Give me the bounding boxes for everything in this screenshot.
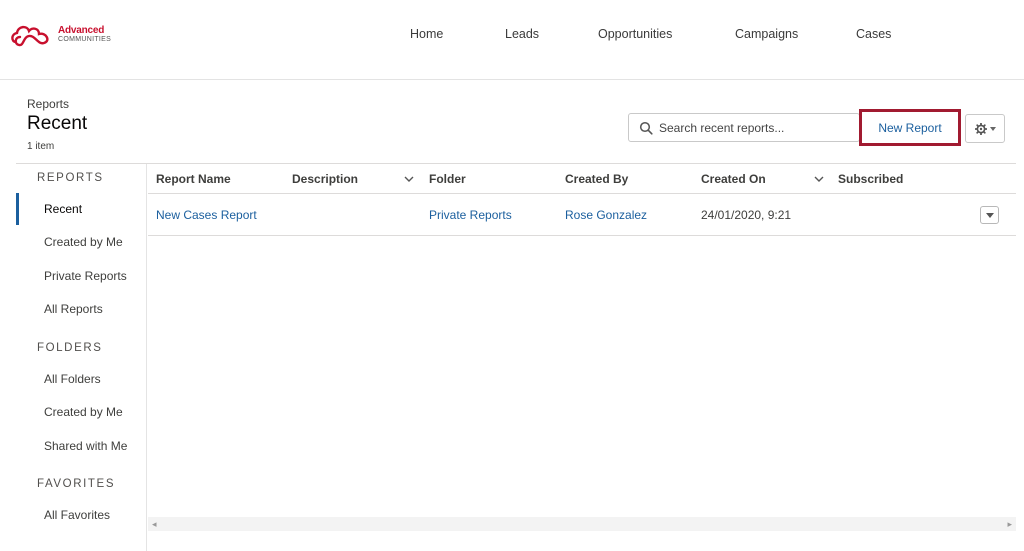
nav-opportunities[interactable]: Opportunities: [598, 27, 672, 41]
sidebar-item-shared-with-me[interactable]: Shared with Me: [44, 439, 127, 453]
nav-home[interactable]: Home: [410, 27, 443, 41]
table-header: Report Name Description Folder Created B…: [148, 164, 1016, 194]
column-description[interactable]: Description: [292, 172, 358, 186]
report-name-link[interactable]: New Cases Report: [156, 208, 257, 222]
report-sidebar: REPORTS Recent Created by Me Private Rep…: [16, 164, 147, 551]
search-icon: [639, 121, 653, 135]
breadcrumb[interactable]: Reports: [27, 97, 69, 111]
column-folder[interactable]: Folder: [429, 172, 466, 186]
sidebar-item-created-by-me[interactable]: Created by Me: [44, 235, 123, 249]
scroll-left-icon[interactable]: ◂: [152, 519, 157, 530]
chevron-down-icon[interactable]: [813, 173, 825, 185]
search-input[interactable]: [659, 120, 859, 135]
section-reports: REPORTS: [37, 172, 104, 184]
gear-icon: [974, 122, 987, 135]
sidebar-item-folders-created-by-me[interactable]: Created by Me: [44, 405, 123, 419]
scroll-right-icon[interactable]: ▸: [1007, 519, 1012, 530]
new-report-button[interactable]: New Report: [862, 112, 958, 143]
section-favorites: FAVORITES: [37, 478, 116, 490]
column-created-by[interactable]: Created By: [565, 172, 628, 186]
search-box[interactable]: [628, 113, 860, 142]
main-nav: Home Leads Opportunities Campaigns Cases: [0, 27, 1024, 47]
sidebar-item-all-reports[interactable]: All Reports: [44, 302, 103, 316]
sidebar-item-all-favorites[interactable]: All Favorites: [44, 508, 110, 522]
nav-leads[interactable]: Leads: [505, 27, 539, 41]
section-folders: FOLDERS: [37, 342, 103, 354]
caret-down-icon: [985, 212, 994, 218]
new-report-highlight: New Report: [859, 109, 961, 146]
nav-campaigns[interactable]: Campaigns: [735, 27, 798, 41]
settings-menu-button[interactable]: [965, 114, 1005, 143]
row-actions-button[interactable]: [980, 206, 999, 224]
sidebar-item-private-reports[interactable]: Private Reports: [44, 269, 127, 283]
chevron-down-icon[interactable]: [403, 173, 415, 185]
column-subscribed[interactable]: Subscribed: [838, 172, 903, 186]
page-title: Recent: [27, 113, 88, 134]
column-created-on[interactable]: Created On: [701, 172, 766, 186]
horizontal-scrollbar[interactable]: ◂ ▸: [148, 517, 1016, 531]
nav-cases[interactable]: Cases: [856, 27, 891, 41]
created-on-value: 24/01/2020, 9:21: [701, 208, 792, 222]
column-report-name[interactable]: Report Name: [156, 172, 231, 186]
active-indicator: [16, 193, 19, 225]
created-by-link[interactable]: Rose Gonzalez: [565, 208, 647, 222]
sidebar-item-recent[interactable]: Recent: [44, 202, 82, 216]
folder-link[interactable]: Private Reports: [429, 208, 512, 222]
sidebar-item-all-folders[interactable]: All Folders: [44, 372, 101, 386]
caret-down-icon: [989, 126, 996, 131]
table-row: New Cases Report Private Reports Rose Go…: [148, 195, 1016, 236]
top-header: Advanced COMMUNITIES Home Leads Opportun…: [0, 0, 1024, 80]
item-count: 1 item: [27, 141, 55, 152]
